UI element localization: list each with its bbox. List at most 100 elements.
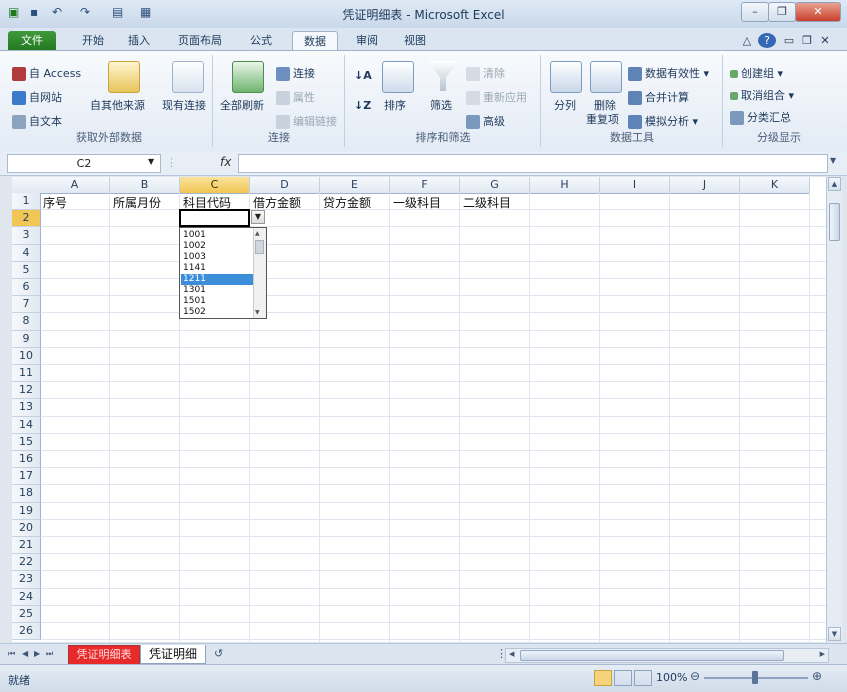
restore-button[interactable]: ❐ [768,2,796,22]
data-validation-button[interactable]: 数据有效性 ▾ [628,65,709,81]
column-header-j[interactable]: J [670,177,740,194]
row-header-7[interactable]: 7 [12,296,41,314]
header-cell-b1[interactable]: 所属月份 [113,194,161,211]
row-header-4[interactable]: 4 [12,244,41,262]
tab-review[interactable]: 审阅 [346,31,388,50]
existing-connections-button[interactable]: 现有连接 [162,97,206,113]
row-header-13[interactable]: 13 [12,399,41,417]
dropdown-scroll-down-icon[interactable]: ▼ [255,309,260,316]
row-header-12[interactable]: 12 [12,382,41,400]
header-cell-f1[interactable]: 一级科目 [393,194,441,211]
dropdown-option[interactable]: 1001 [181,230,254,241]
from-access-button[interactable]: 自 Access [12,65,81,81]
prev-sheet-icon[interactable]: ◀ [22,649,28,658]
doc-close-icon[interactable]: ✕ [818,31,832,50]
sheet-tab-2[interactable]: 凭证明细 [140,645,206,664]
zoom-slider-thumb[interactable] [752,671,758,684]
row-header-18[interactable]: 18 [12,485,41,503]
scroll-right-icon[interactable]: ▶ [820,650,825,658]
row-header-10[interactable]: 10 [12,347,41,365]
name-box-dropdown-icon[interactable]: ▼ [148,157,154,166]
row-header-6[interactable]: 6 [12,279,41,297]
horizontal-scrollbar[interactable]: ◀ ▶ [505,648,829,663]
tab-home[interactable]: 开始 [72,31,114,50]
reapply-button[interactable]: 重新应用 [466,89,527,105]
sheet-tab-1[interactable]: 凭证明细表 [68,645,140,665]
row-header-2[interactable]: 2 [12,210,41,228]
dropdown-option[interactable]: 1003 [181,252,254,263]
expand-formula-icon[interactable]: ▼ [830,156,836,165]
row-header-25[interactable]: 25 [12,605,41,623]
dropdown-arrow-button[interactable]: ▼ [251,210,265,225]
header-cell-a1[interactable]: 序号 [43,194,67,211]
column-header-e[interactable]: E [320,177,390,194]
row-header-19[interactable]: 19 [12,502,41,520]
edit-links-button[interactable]: 编辑链接 [276,113,337,129]
consolidate-button[interactable]: 合并计算 [628,89,689,105]
name-box[interactable]: C2 [7,154,161,173]
row-header-17[interactable]: 17 [12,468,41,486]
dropdown-scroll-up-icon[interactable]: ▲ [255,230,260,237]
header-cell-e1[interactable]: 贷方金额 [323,194,371,211]
zoom-in-icon[interactable]: ⊕ [812,669,822,683]
close-button[interactable]: ✕ [795,2,841,22]
zoom-level[interactable]: 100% [656,671,687,684]
refresh-all-button[interactable]: 全部刷新 [220,97,264,113]
zoom-out-icon[interactable]: ⊖ [690,669,700,683]
row-header-11[interactable]: 11 [12,365,41,383]
doc-restore-icon[interactable]: ❐ [800,31,814,50]
header-cell-g1[interactable]: 二级科目 [463,194,511,211]
row-header-8[interactable]: 8 [12,313,41,331]
row-header-5[interactable]: 5 [12,261,41,279]
tab-file[interactable]: 文件 [8,31,56,50]
validation-dropdown-list[interactable]: 1001 1002 1003 1141 1211 1301 1501 1502 ▲ ▼ [179,227,267,320]
last-sheet-icon[interactable]: ⏭ [46,649,53,659]
tab-data[interactable]: 数据 [292,31,338,51]
sort-button[interactable]: 排序 [384,97,406,113]
column-header-d[interactable]: D [250,177,320,194]
header-cell-d1[interactable]: 借方金额 [253,194,301,211]
column-header-b[interactable]: B [110,177,180,194]
first-sheet-icon[interactable]: ⏮ [8,649,15,659]
row-header-3[interactable]: 3 [12,227,41,245]
column-header-i[interactable]: I [600,177,670,194]
row-header-15[interactable]: 15 [12,433,41,451]
advanced-filter-button[interactable]: 高级 [466,113,505,129]
column-header-c[interactable]: C [180,177,250,194]
dropdown-option[interactable]: 1301 [181,285,254,296]
dropdown-option[interactable]: 1211 [181,274,254,286]
row-header-20[interactable]: 20 [12,519,41,537]
from-text-button[interactable]: 自文本 [12,113,62,129]
column-header-f[interactable]: F [390,177,460,194]
row-header-14[interactable]: 14 [12,416,41,434]
column-header-k[interactable]: K [740,177,810,194]
insert-sheet-icon[interactable]: ↺ [214,647,223,660]
next-sheet-icon[interactable]: ▶ [34,649,40,658]
row-header-9[interactable]: 9 [12,330,41,348]
from-web-button[interactable]: 自网站 [12,89,62,105]
help-icon[interactable]: ? [758,33,776,48]
minimize-button[interactable]: – [741,2,769,22]
sort-ascending-icon[interactable]: ↓A [354,69,372,82]
row-header-1[interactable]: 1 [12,193,41,211]
from-other-sources-button[interactable]: 自其他来源 [90,97,145,113]
formula-bar-splitter-icon[interactable]: ⋮ [166,156,177,169]
active-cell[interactable] [179,209,250,228]
dropdown-scroll-thumb[interactable] [255,240,264,255]
dropdown-option[interactable]: 1502 [181,307,254,318]
column-header-h[interactable]: H [530,177,600,194]
dropdown-option[interactable]: 1501 [181,296,254,307]
text-to-columns-button[interactable]: 分列 [554,97,576,113]
row-header-16[interactable]: 16 [12,451,41,469]
dropdown-option[interactable]: 1141 [181,263,254,274]
page-layout-view-icon[interactable] [614,670,632,686]
sort-descending-icon[interactable]: ↓Z [354,99,371,112]
page-break-view-icon[interactable] [634,670,652,686]
filter-button[interactable]: 筛选 [430,97,452,113]
tab-page-layout[interactable]: 页面布局 [168,31,232,50]
clear-filter-button[interactable]: 清除 [466,65,505,81]
row-header-26[interactable]: 26 [12,623,41,641]
what-if-button[interactable]: 模拟分析 ▾ [628,113,698,129]
tab-view[interactable]: 视图 [394,31,436,50]
tab-insert[interactable]: 插入 [118,31,160,50]
